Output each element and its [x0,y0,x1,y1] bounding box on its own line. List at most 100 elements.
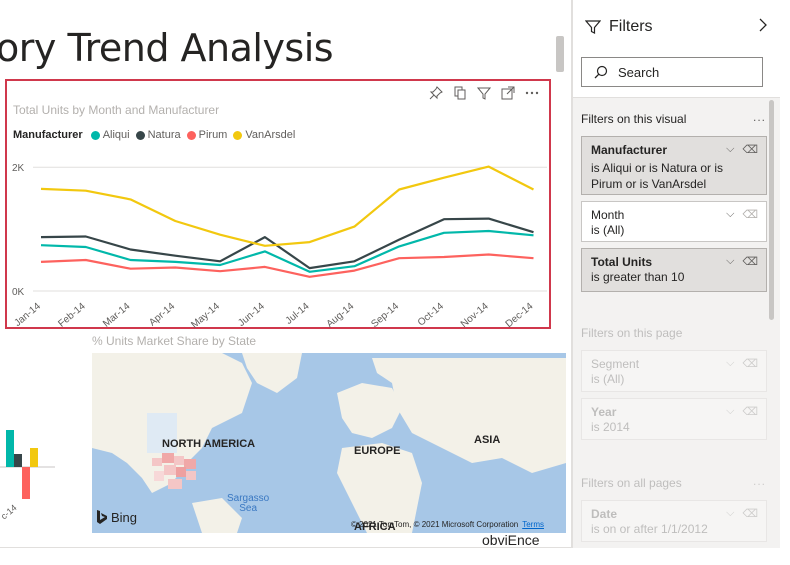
map-label-europe: EUROPE [354,445,401,457]
filter-card-date[interactable]: Date is on or after 1/1/2012 ⌵ ⌫ [581,500,767,542]
filter-card-segment[interactable]: Segment is (All) ⌵ ⌫ [581,350,767,392]
bing-icon [97,510,107,524]
partial-bottom-text: obviEnce [482,532,540,548]
clear-filter-icon[interactable]: ⌫ [742,143,758,156]
section-more-options[interactable]: ... [753,110,766,124]
y-tick-label: 2K [12,163,25,174]
filter-card-desc: is on or after 1/1/2012 [591,522,708,536]
chevron-down-icon[interactable]: ⌵ [726,143,734,156]
map-visual[interactable]: NORTH AMERICA EUROPE ASIA AFRICA Sargass… [92,353,566,533]
focus-mode-icon[interactable] [499,84,517,102]
collapse-pane-button[interactable] [758,18,768,37]
legend-item-pirum[interactable]: Pirum [186,129,228,141]
clear-filter-icon[interactable]: ⌫ [742,405,758,418]
clear-filter-icon[interactable]: ⌫ [742,255,758,268]
clear-filter-icon[interactable]: ⌫ [742,357,758,370]
filter-card-icons: ⌵ ⌫ [726,357,758,370]
terms-link[interactable]: Terms [522,520,544,529]
filter-card-desc: is 2014 [591,420,630,434]
x-tick-label: Feb-14 [56,301,88,330]
chevron-right-icon [759,18,767,32]
line-chart-visual[interactable]: 0K 2K Jan-14 Feb-14 Mar-14 Apr-14 May-14 Jun-14… [5,79,551,331]
bing-logo: Bing [96,509,137,525]
filter-card-year[interactable]: Year is 2014 ⌵ ⌫ [581,398,767,440]
filters-title-label: Filters [609,18,653,35]
filter-card-icons: ⌵ ⌫ [726,507,758,520]
copy-icon[interactable] [451,84,469,102]
filters-search-box[interactable] [581,57,763,87]
series-line-vanarsdel [40,165,535,247]
clear-filter-icon[interactable]: ⌫ [742,507,758,520]
legend-dot [186,130,196,140]
x-tick-label: Jan-14 [12,301,43,329]
x-tick-label: Jul-14 [284,301,312,327]
filter-card-desc: is Aliqui or is Natura or is Pirum or is… [591,161,724,191]
filter-card-icons: ⌵ ⌫ [726,405,758,418]
filter-card-month[interactable]: Month is (All) ⌵ ⌫ [581,201,767,242]
map-title: % Units Market Share by State [92,334,257,348]
filters-pane: Filters Filters on this visual ... Manuf… [572,0,780,548]
map-label-sargasso-sea: Sargasso Sea [227,494,269,514]
map-label-asia: ASIA [474,434,501,446]
legend-dot [135,130,145,140]
x-tick-label: Aug-14 [325,301,357,330]
x-tick-label: Jun-14 [236,301,267,329]
filter-card-desc: is (All) [591,372,625,386]
legend-label: VanArsdel [245,129,296,141]
section-more-options[interactable]: ... [753,474,766,488]
chevron-down-icon[interactable]: ⌵ [726,405,734,418]
clear-filter-icon[interactable]: ⌫ [742,208,758,221]
legend-item-natura[interactable]: Natura [135,129,181,141]
x-tick-label: Sep-14 [369,301,401,330]
chart-legend: Manufacturer Aliqui Natura Pirum VanArsd… [13,129,295,141]
legend-dot [90,130,100,140]
section-filters-on-all-pages: Filters on all pages [581,476,682,490]
map-copyright: © 2021 TomTom, © 2021 Microsoft Corporat… [351,520,544,529]
x-tick-label: May-14 [189,301,222,331]
legend-dot [233,130,243,140]
filter-card-manufacturer[interactable]: Manufacturer is Aliqui or is Natura or i… [581,136,767,195]
chevron-down-icon[interactable]: ⌵ [726,255,734,268]
more-options-icon[interactable] [523,84,541,102]
legend-label: Pirum [198,129,228,141]
filter-card-desc: is (All) [591,223,625,237]
filter-card-total-units[interactable]: Total Units is greater than 10 ⌵ ⌫ [581,248,767,292]
y-tick-label: 0K [12,287,25,298]
filter-icon[interactable] [475,84,493,102]
search-input[interactable] [618,64,738,80]
x-tick-label: Mar-14 [101,301,133,330]
filter-card-icons: ⌵ ⌫ [726,208,758,221]
map-label-sea: Sea [239,503,258,514]
filters-scrollbar[interactable] [769,100,774,320]
x-tick-label: Nov-14 [459,301,491,330]
chevron-down-icon[interactable]: ⌵ [726,357,734,370]
legend-label: Natura [147,129,181,141]
line-chart-svg: 0K 2K Jan-14 Feb-14 Mar-14 Apr-14 May-14 Jun-14… [12,163,547,331]
legend-title: Manufacturer [13,129,83,141]
legend-label: Aliqui [102,129,130,141]
copyright-text: © 2021 TomTom, © 2021 Microsoft Corporat… [350,520,519,529]
chevron-down-icon[interactable]: ⌵ [726,507,734,520]
legend-item-aliqui[interactable]: Aliqui [90,129,130,141]
filter-icon [585,20,601,34]
filter-card-desc: is greater than 10 [591,270,685,284]
pin-icon[interactable] [427,84,445,102]
search-icon [594,65,608,79]
chart-title: Total Units by Month and Manufacturer [13,103,220,117]
filters-header: Filters [573,0,780,98]
x-tick-label: Apr-14 [147,301,177,329]
canvas-scrollbar[interactable] [556,36,564,72]
map-label-north-america: NORTH AMERICA [162,438,256,450]
series-line-pirum [40,253,534,278]
filter-card-icons: ⌵ ⌫ [726,143,758,156]
section-filters-on-page: Filters on this page [581,326,683,340]
section-filters-on-visual: Filters on this visual [581,112,687,126]
page-title: ory Trend Analysis [0,26,334,70]
filter-card-icons: ⌵ ⌫ [726,255,758,268]
chevron-down-icon[interactable]: ⌵ [726,208,734,221]
visual-header-toolbar [427,84,541,102]
report-canvas: ory Trend Analysis 0K 2K Jan-14 Feb-14 Mar-1… [0,0,572,548]
x-tick-label: Oct-14 [416,301,446,329]
legend-item-vanarsdel[interactable]: VanArsdel [233,129,295,141]
filters-title: Filters [585,18,653,36]
